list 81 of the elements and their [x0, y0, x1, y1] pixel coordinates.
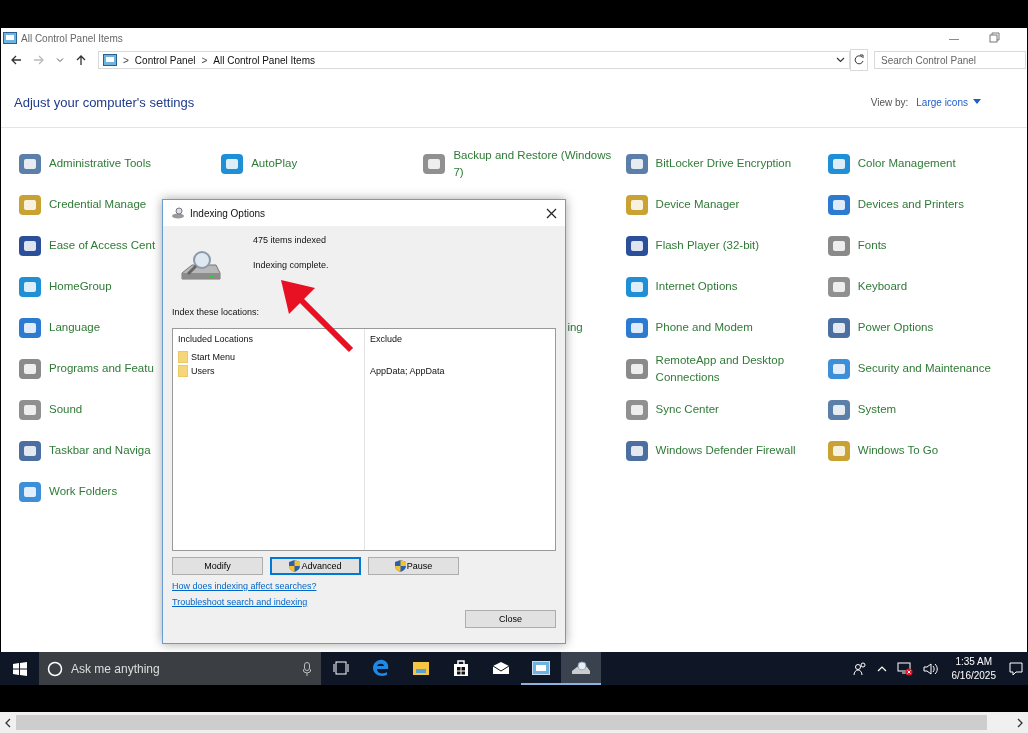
dialog-button[interactable]: Pause [368, 557, 459, 575]
task-view-icon [333, 660, 349, 675]
scroll-left-icon[interactable] [4, 717, 12, 728]
indexing-status: Indexing complete. [253, 260, 329, 270]
shield-icon [289, 560, 301, 572]
up-arrow-icon[interactable] [75, 54, 87, 66]
chevron-up-icon[interactable] [876, 664, 887, 673]
applet-link[interactable]: System [857, 401, 1018, 418]
restore-button[interactable] [989, 32, 1001, 44]
search-field[interactable]: Search Control Panel [874, 51, 1026, 69]
help-link[interactable]: How does indexing affect searches? [172, 581, 317, 591]
minimize-button[interactable]: — [949, 32, 959, 44]
caret-icon [973, 99, 981, 105]
microphone-icon[interactable] [303, 661, 311, 676]
notification-icon[interactable] [1009, 661, 1023, 676]
breadcrumb-separator: > [201, 54, 208, 66]
address-bar[interactable]: > Control Panel > All Control Panel Items [98, 51, 850, 69]
view-dropdown[interactable]: Large icons [916, 96, 981, 108]
applet-link[interactable]: Windows Defender Firewall [655, 442, 816, 459]
back-arrow-icon[interactable] [10, 54, 22, 66]
dropdown-icon[interactable] [836, 56, 845, 64]
applet-link[interactable]: BitLocker Drive Encryption [655, 155, 816, 172]
breadcrumb-separator: > [123, 54, 129, 66]
scroll-right-icon[interactable] [1016, 717, 1024, 728]
applet-link[interactable]: Fonts [857, 237, 1018, 254]
applet-link[interactable]: AutoPlay [251, 155, 412, 172]
dialog-button[interactable]: Advanced [270, 557, 361, 575]
drive-search-icon [571, 659, 591, 676]
breadcrumb-item[interactable]: All Control Panel Items [213, 54, 315, 66]
applet-link[interactable]: Security and Maintenance [857, 360, 1018, 377]
view-by-label: View by: [870, 96, 909, 108]
window-title: All Control Panel Items [21, 32, 123, 44]
applet-link[interactable]: Color Management [857, 155, 1018, 172]
applet-link[interactable]: Sync Center [655, 401, 816, 418]
drive-search-icon [171, 207, 185, 219]
refresh-icon[interactable] [850, 49, 868, 71]
breadcrumb-item[interactable]: Control Panel [134, 54, 196, 66]
items-indexed-count: 475 items indexed [253, 235, 328, 245]
applet-link[interactable]: Power Options [857, 319, 1018, 336]
applet-link[interactable]: Flash Player (32-bit) [655, 237, 816, 254]
speaker-icon[interactable] [922, 661, 939, 676]
envelope-icon [492, 660, 510, 675]
close-button[interactable]: Close [465, 610, 556, 628]
network-error-icon[interactable] [896, 661, 913, 676]
applet-link[interactable]: Internet Options [655, 278, 816, 295]
section-label: Index these locations: [172, 307, 261, 317]
windows-start-icon[interactable] [13, 661, 27, 676]
applet-link[interactable]: Device Manager [655, 196, 816, 213]
folder-icon [178, 351, 188, 363]
applet-link[interactable]: Backup and Restore (Windows 7) [453, 146, 614, 181]
applet-link[interactable]: Devices and Printers [857, 196, 1018, 213]
horizontal-scrollbar[interactable] [0, 712, 1028, 733]
close-icon[interactable] [546, 207, 557, 219]
control-panel-icon [103, 54, 117, 66]
applet-link[interactable]: Keyboard [857, 278, 1018, 295]
applet-link[interactable]: Administrative Tools [49, 155, 209, 172]
folder-icon [178, 365, 188, 377]
column-header: Exclude [370, 334, 404, 344]
browser-e-icon [372, 658, 390, 677]
exclude-text: AppData; AppData [370, 366, 445, 376]
help-link[interactable]: Troubleshoot search and indexing [172, 597, 308, 607]
applet-link[interactable]: Windows To Go [857, 442, 1018, 459]
location-name[interactable]: Users [191, 366, 215, 376]
taskbar-app-button[interactable] [561, 652, 601, 685]
control-panel-icon [532, 660, 550, 675]
applet-link[interactable]: RemoteApp and Desktop Connections [655, 351, 816, 386]
shopping-bag-icon [453, 658, 469, 677]
dialog-title: Indexing Options [190, 207, 266, 219]
search-circle-icon [47, 660, 63, 677]
applet-link[interactable]: ing [567, 319, 598, 336]
column-header: Included Locations [178, 334, 255, 344]
people-icon[interactable] [852, 661, 867, 676]
clock-time[interactable]: 1:35 AM [955, 654, 993, 669]
page-heading: Adjust your computer's settings [14, 94, 195, 110]
location-name[interactable]: Start Menu [191, 352, 236, 362]
taskbar-search-field[interactable]: Ask me anything [39, 652, 321, 685]
clock-date[interactable]: 6/16/2025 [951, 668, 996, 683]
applet-link[interactable]: Phone and Modem [655, 319, 816, 336]
shield-icon [394, 560, 406, 572]
dialog-button[interactable]: Modify [172, 557, 263, 575]
folder-icon [412, 659, 430, 676]
